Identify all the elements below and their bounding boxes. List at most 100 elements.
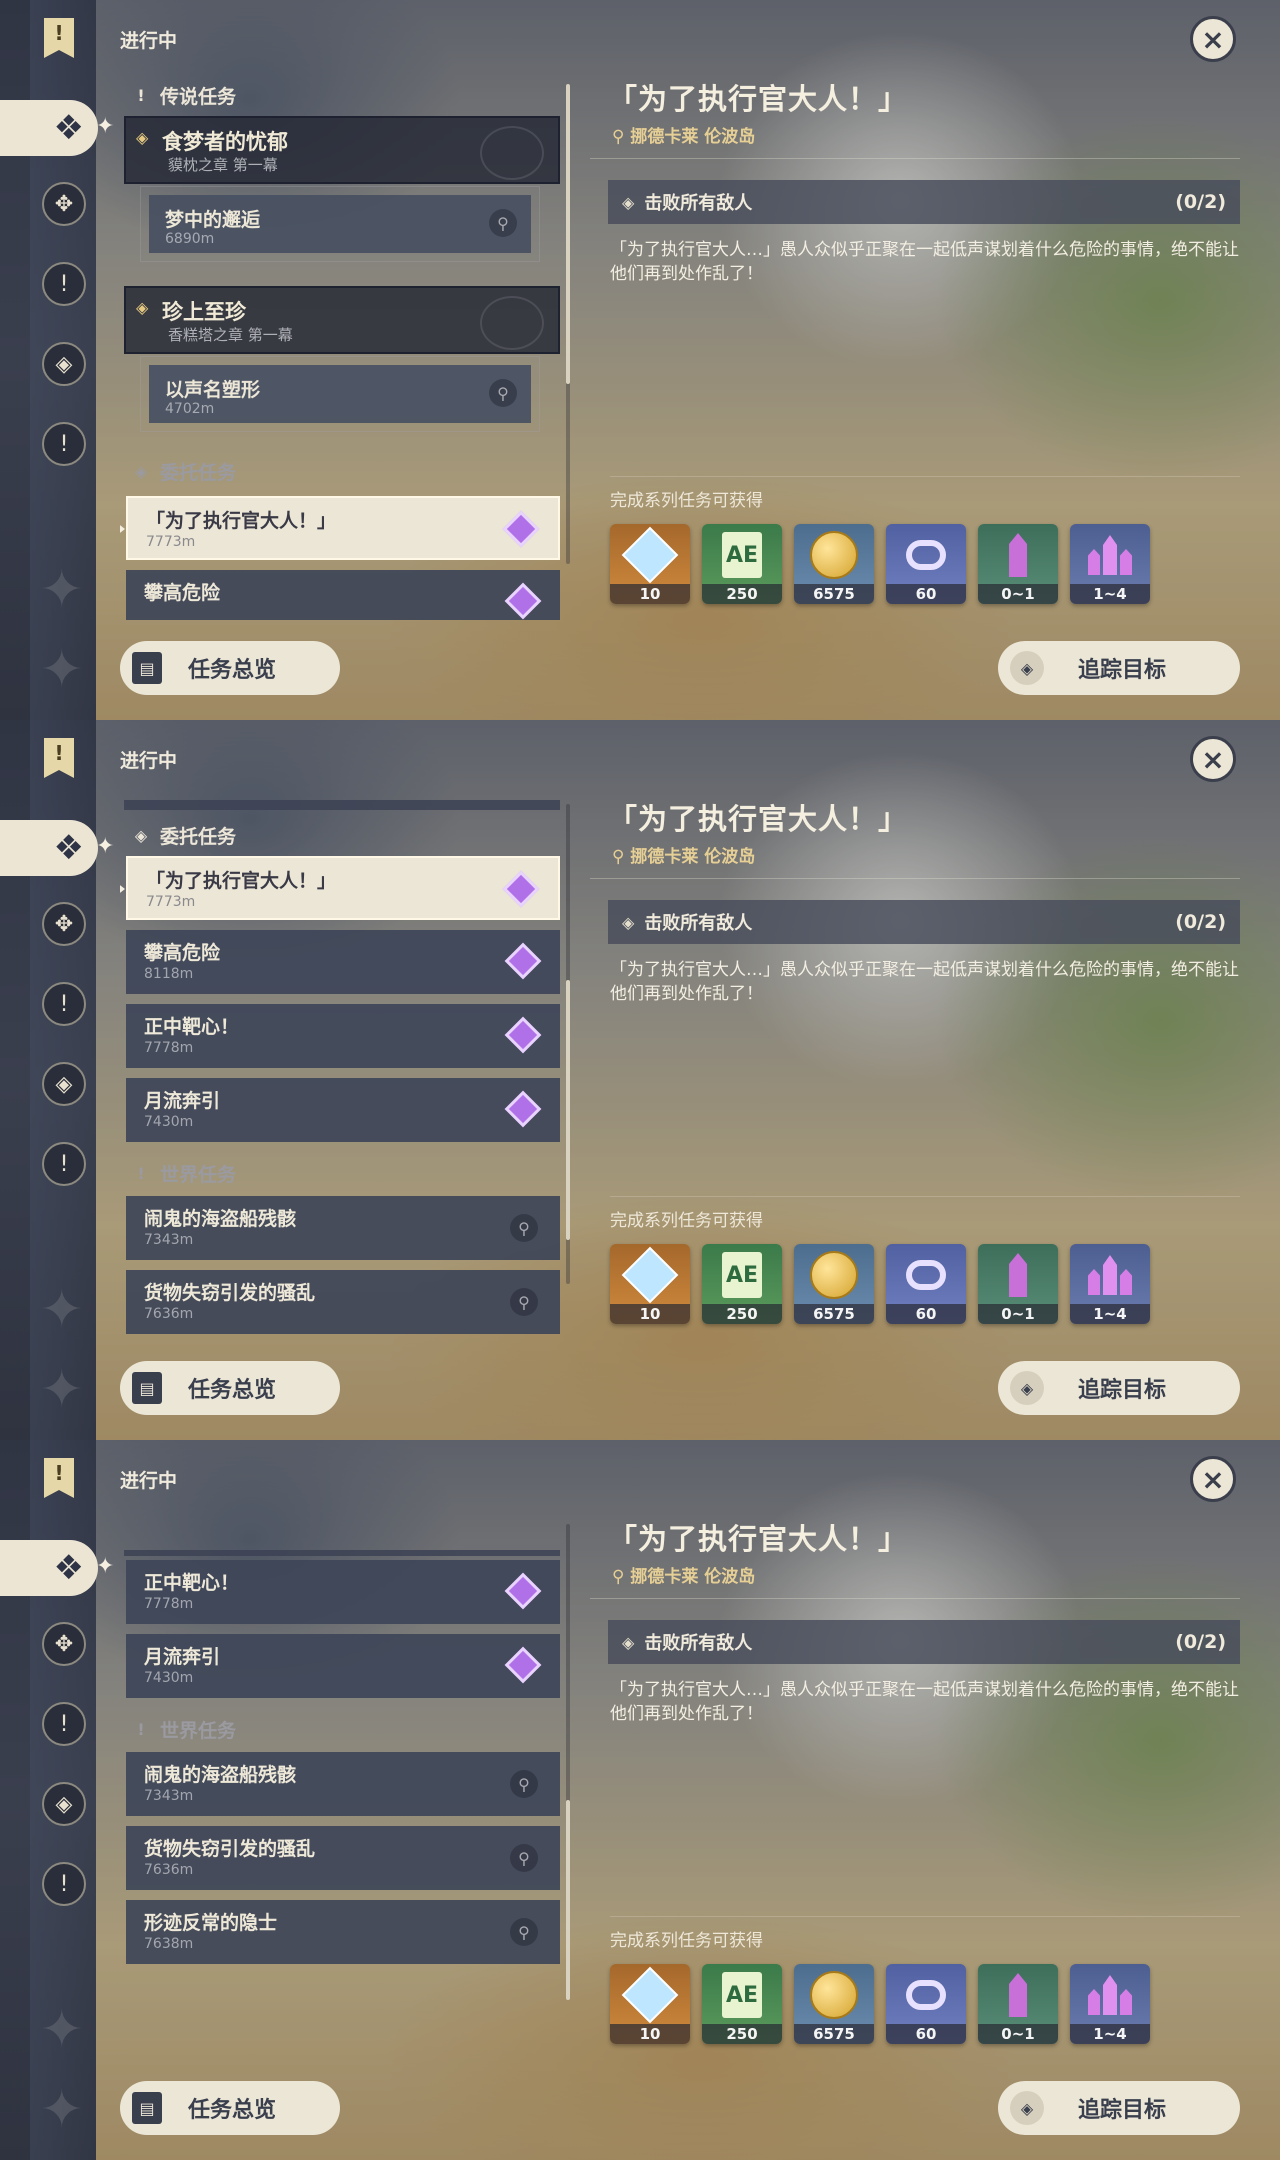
divider	[590, 878, 1240, 879]
scrollbar-thumb[interactable]	[566, 1800, 570, 2000]
reward-item[interactable]: 0~1	[978, 1244, 1058, 1324]
primogem-icon	[610, 524, 690, 586]
quest-group[interactable]: ◈ 食梦者的忧郁 貘枕之章 第一幕	[124, 116, 560, 184]
list-edge	[124, 1550, 560, 1556]
archon-quest-icon[interactable]: ✥	[42, 1622, 86, 1666]
quest-item-selected[interactable]: 「为了执行官大人！」 7773m	[120, 496, 560, 560]
quest-item[interactable]: 闹鬼的海盗船残骸 7343m ⚲	[126, 1196, 560, 1260]
quest-item[interactable]: 货物失窃引发的骚乱 7636m ⚲	[126, 1826, 560, 1890]
location-pin-icon: ⚲	[612, 847, 631, 867]
reward-item[interactable]: 6575	[794, 524, 874, 604]
reward-item[interactable]: 60	[886, 1244, 966, 1324]
objective-label: 击败所有敌人	[644, 1633, 753, 1654]
rail-decoration-icon: ✦	[40, 640, 84, 700]
mora-icon	[794, 524, 874, 586]
story-quest-icon[interactable]: !	[42, 1702, 86, 1746]
reward-count: 10	[610, 2024, 690, 2044]
quest-description: 「为了执行官大人…」愚人众似乎正聚在一起低声谋划着什么危险的事情，绝不能让他们再…	[610, 240, 1239, 284]
track-target-button[interactable]: ◈ 追踪目标	[998, 641, 1240, 695]
quest-item[interactable]: 货物失窃引发的骚乱 7636m ⚲	[126, 1270, 560, 1334]
quest-overview-button[interactable]: ▤ 任务总览	[120, 1361, 340, 1415]
world-quest-icon[interactable]: !	[42, 1862, 86, 1906]
world-quest-icon[interactable]: !	[42, 422, 86, 466]
diamond-icon: ◈	[622, 1632, 635, 1652]
quest-title: 货物失窃引发的骚乱	[144, 1282, 316, 1304]
quest-item[interactable]: 攀高危险	[126, 570, 560, 620]
rail-decoration-icon: ✦	[40, 1360, 84, 1420]
crystal-chunk-icon	[978, 1964, 1058, 2026]
story-quest-icon[interactable]: !	[42, 262, 86, 306]
quest-distance: 7430m	[144, 1114, 194, 1130]
reward-item[interactable]: 1~4	[1070, 1964, 1150, 2044]
reward-item[interactable]: 60	[886, 524, 966, 604]
quest-item[interactable]: 正中靶心！ 7778m	[126, 1004, 560, 1068]
objective-progress: (0/2)	[1175, 191, 1226, 213]
all-quests-tab-icon[interactable]: ❖	[0, 100, 98, 156]
quest-item[interactable]: 月流奔引 7430m	[126, 1078, 560, 1142]
diamond-icon: ◈	[134, 825, 148, 845]
reward-item[interactable]: 1~4	[1070, 1244, 1150, 1324]
reward-item[interactable]: 1~4	[1070, 524, 1150, 604]
quest-step[interactable]: 以声名塑形 4702m ⚲	[140, 356, 540, 432]
button-label: 追踪目标	[1078, 2098, 1167, 2123]
quest-title: 闹鬼的海盗船残骸	[144, 1208, 297, 1230]
rewards-header: 完成系列任务可获得	[610, 1931, 763, 1951]
reward-item[interactable]: 0~1	[978, 1964, 1058, 2044]
track-target-button[interactable]: ◈ 追踪目标	[998, 1361, 1240, 1415]
reward-item[interactable]: AE 250	[702, 1244, 782, 1324]
world-quest-icon[interactable]: !	[42, 1142, 86, 1186]
all-quests-tab-icon[interactable]: ❖	[0, 820, 98, 876]
quest-item[interactable]: 正中靶心！ 7778m	[126, 1560, 560, 1624]
all-quests-tab-icon[interactable]: ❖	[0, 1540, 98, 1596]
reward-item[interactable]: 0~1	[978, 524, 1058, 604]
quest-group[interactable]: ◈ 珍上至珍 香糕塔之章 第一幕	[124, 286, 560, 354]
scrollbar-thumb[interactable]	[566, 84, 570, 384]
divider	[610, 476, 1240, 477]
reward-item[interactable]: 6575	[794, 1244, 874, 1324]
scrollbar-thumb[interactable]	[566, 980, 570, 1240]
reward-item[interactable]: AE 250	[702, 524, 782, 604]
quest-title: 闹鬼的海盗船残骸	[144, 1764, 297, 1786]
button-label: 任务总览	[188, 2098, 277, 2123]
reward-count: 10	[610, 1304, 690, 1324]
quest-item[interactable]: 闹鬼的海盗船残骸 7343m ⚲	[126, 1752, 560, 1816]
scrollbar[interactable]	[566, 1524, 570, 1824]
quest-step[interactable]: 梦中的邂逅 6890m ⚲	[140, 186, 540, 262]
track-target-button[interactable]: ◈ 追踪目标	[998, 2081, 1240, 2135]
category-label: 委托任务	[160, 461, 237, 484]
quest-item[interactable]: 形迹反常的隐士 7638m ⚲	[126, 1900, 560, 1964]
commission-quest-icon[interactable]: ◈	[42, 1782, 86, 1826]
reward-item[interactable]: 10	[610, 1964, 690, 2044]
commission-star-icon	[502, 510, 540, 548]
reward-item[interactable]: 10	[610, 1244, 690, 1324]
quest-item-selected[interactable]: 「为了执行官大人！」 7773m	[120, 856, 560, 920]
quest-overview-button[interactable]: ▤ 任务总览	[120, 641, 340, 695]
commission-quest-icon[interactable]: ◈	[42, 342, 86, 386]
quest-overview-button[interactable]: ▤ 任务总览	[120, 2081, 340, 2135]
category-label: 委托任务	[160, 825, 237, 848]
quest-item[interactable]: 月流奔引 7430m	[126, 1634, 560, 1698]
quest-item[interactable]: 攀高危险 8118m	[126, 930, 560, 994]
list-edge	[124, 800, 560, 810]
reward-list: 10 AE 250 6575 60 0~1 1~4	[610, 524, 1150, 604]
reward-item[interactable]: 10	[610, 524, 690, 604]
reward-item[interactable]: AE 250	[702, 1964, 782, 2044]
location-pin-icon: ⚲	[510, 1844, 538, 1872]
reward-item[interactable]: 60	[886, 1964, 966, 2044]
quest-description: 「为了执行官大人…」愚人众似乎正聚在一起低声谋划着什么危险的事情，绝不能让他们再…	[610, 960, 1239, 1004]
archon-quest-icon[interactable]: ✥	[42, 902, 86, 946]
archon-quest-icon[interactable]: ✥	[42, 182, 86, 226]
reward-count: 6575	[794, 1304, 874, 1324]
quest-title: 正中靶心！	[144, 1572, 240, 1594]
story-quest-icon[interactable]: !	[42, 982, 86, 1026]
companionship-exp-icon	[886, 524, 966, 586]
step-title: 梦中的邂逅	[165, 209, 261, 231]
commission-quest-icon[interactable]: ◈	[42, 1062, 86, 1106]
quest-distance: 7773m	[146, 534, 196, 550]
reward-count: 60	[886, 584, 966, 604]
commission-star-icon	[504, 942, 542, 980]
quest-detail: 「为了执行官大人！」 ⚲ 挪德卡莱 伦波岛 ◈ 击败所有敌人 (0/2) 「为了执行…	[590, 720, 1250, 1340]
reward-item[interactable]: 6575	[794, 1964, 874, 2044]
location-label: 挪德卡莱 伦波岛	[630, 1567, 756, 1587]
divider	[590, 1598, 1240, 1599]
